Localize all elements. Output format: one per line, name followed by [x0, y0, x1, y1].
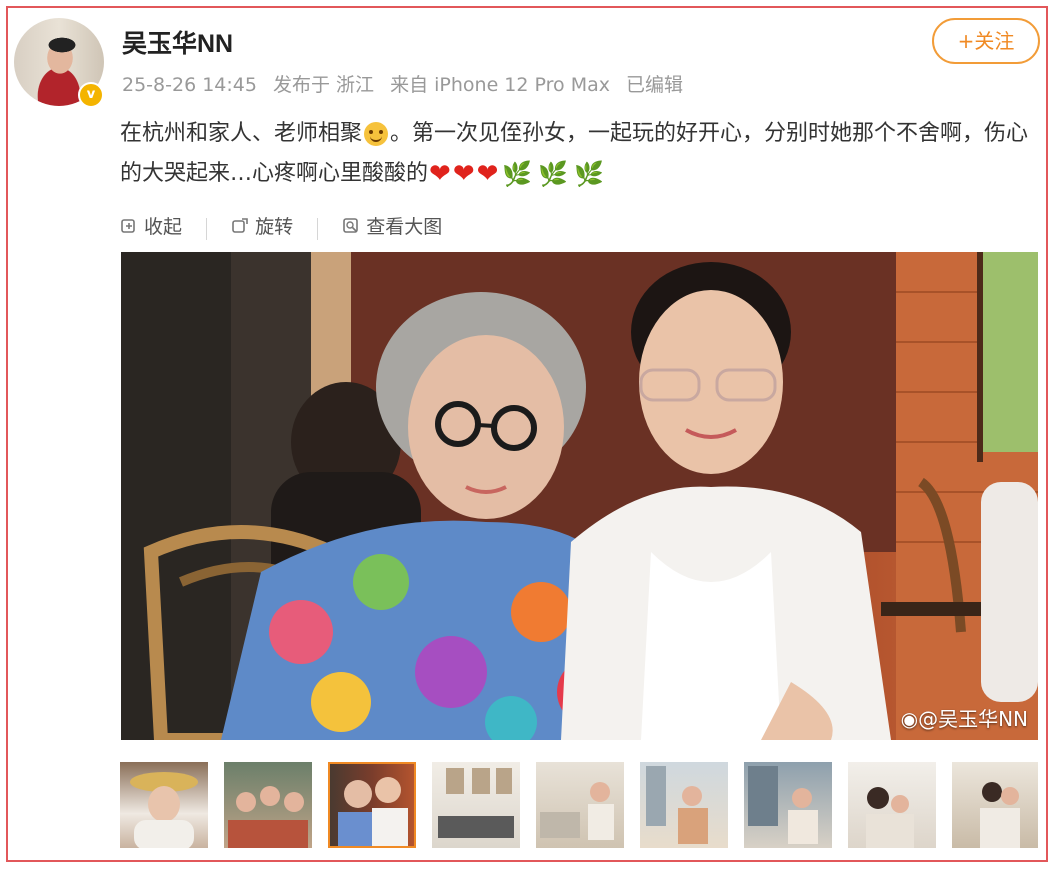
verified-badge-icon: v: [78, 82, 104, 108]
weibo-logo-icon: ◉: [900, 707, 919, 731]
view-large-label: 查看大图: [366, 216, 443, 238]
green-leaf-icon: 🌿: [574, 160, 605, 188]
collapse-button[interactable]: 收起: [120, 212, 182, 239]
smile-face-icon: [364, 122, 389, 146]
thumbnail-7[interactable]: [744, 762, 832, 848]
thumbnail-photo: [866, 787, 914, 848]
post-location: 发布于 浙江: [273, 74, 375, 96]
collapse-icon: [121, 218, 135, 233]
thumbnail-photo: [646, 766, 708, 844]
thumbnail-3-active[interactable]: [328, 762, 416, 848]
toolbar-divider: [317, 218, 319, 240]
red-heart-icon: ❤: [429, 159, 451, 189]
post-edited[interactable]: 已编辑: [626, 74, 683, 96]
thumbnail-5[interactable]: [536, 762, 624, 848]
image-toolbar: 收起 旋转 查看大图: [120, 212, 442, 242]
follow-button[interactable]: +关注: [932, 18, 1040, 64]
watermark-text: @吴玉华NN: [918, 707, 1028, 731]
post-text-part1: 在杭州和家人、老师相聚: [120, 121, 363, 146]
thumbnail-photo: [540, 782, 614, 840]
rotate-button[interactable]: 旋转: [231, 212, 293, 239]
view-large-button[interactable]: 查看大图: [342, 212, 442, 239]
thumbnail-9[interactable]: [952, 762, 1038, 848]
thumbnail-4[interactable]: [432, 762, 520, 848]
collapse-label: 收起: [144, 216, 183, 238]
green-leaf-icon: 🌿: [502, 160, 533, 188]
post-username[interactable]: 吴玉华NN: [122, 24, 233, 60]
red-heart-icon: ❤: [476, 159, 499, 189]
thumbnail-photo: [338, 777, 408, 846]
thumbnail-8[interactable]: [848, 762, 936, 848]
thumbnail-photo: [748, 766, 818, 844]
thumbnail-2[interactable]: [224, 762, 312, 848]
toolbar-divider: [206, 218, 208, 240]
photo-watermark: ◉@吴玉华NN: [901, 703, 1028, 732]
view-large-icon: [343, 217, 359, 233]
post-source: 来自 iPhone 12 Pro Max: [390, 74, 610, 96]
thumbnail-6[interactable]: [640, 762, 728, 848]
thumbnail-photo: [980, 782, 1020, 848]
post-text: 在杭州和家人、老师相聚 。第一次见侄孙女，一起玩的好开心，分别时她那个不舍啊，伤心…: [120, 114, 1030, 194]
rotate-label: 旋转: [255, 216, 294, 238]
post-main-photo[interactable]: ◉@吴玉华NN: [121, 252, 1038, 740]
photo-illustration: [121, 252, 1038, 740]
thumbnail-1[interactable]: [120, 762, 208, 848]
thumbnail-photo: [228, 786, 308, 848]
rotate-icon: [232, 217, 248, 233]
thumbnail-photo: [130, 772, 198, 848]
thumbnail-photo: [438, 768, 514, 838]
red-heart-icon: ❤: [452, 159, 475, 189]
post-time[interactable]: 25-8-26 14:45: [122, 74, 257, 96]
green-leaf-icon: 🌿: [538, 160, 569, 188]
post-meta: 25-8-26 14:45 发布于 浙江 来自 iPhone 12 Pro Ma…: [122, 70, 693, 97]
